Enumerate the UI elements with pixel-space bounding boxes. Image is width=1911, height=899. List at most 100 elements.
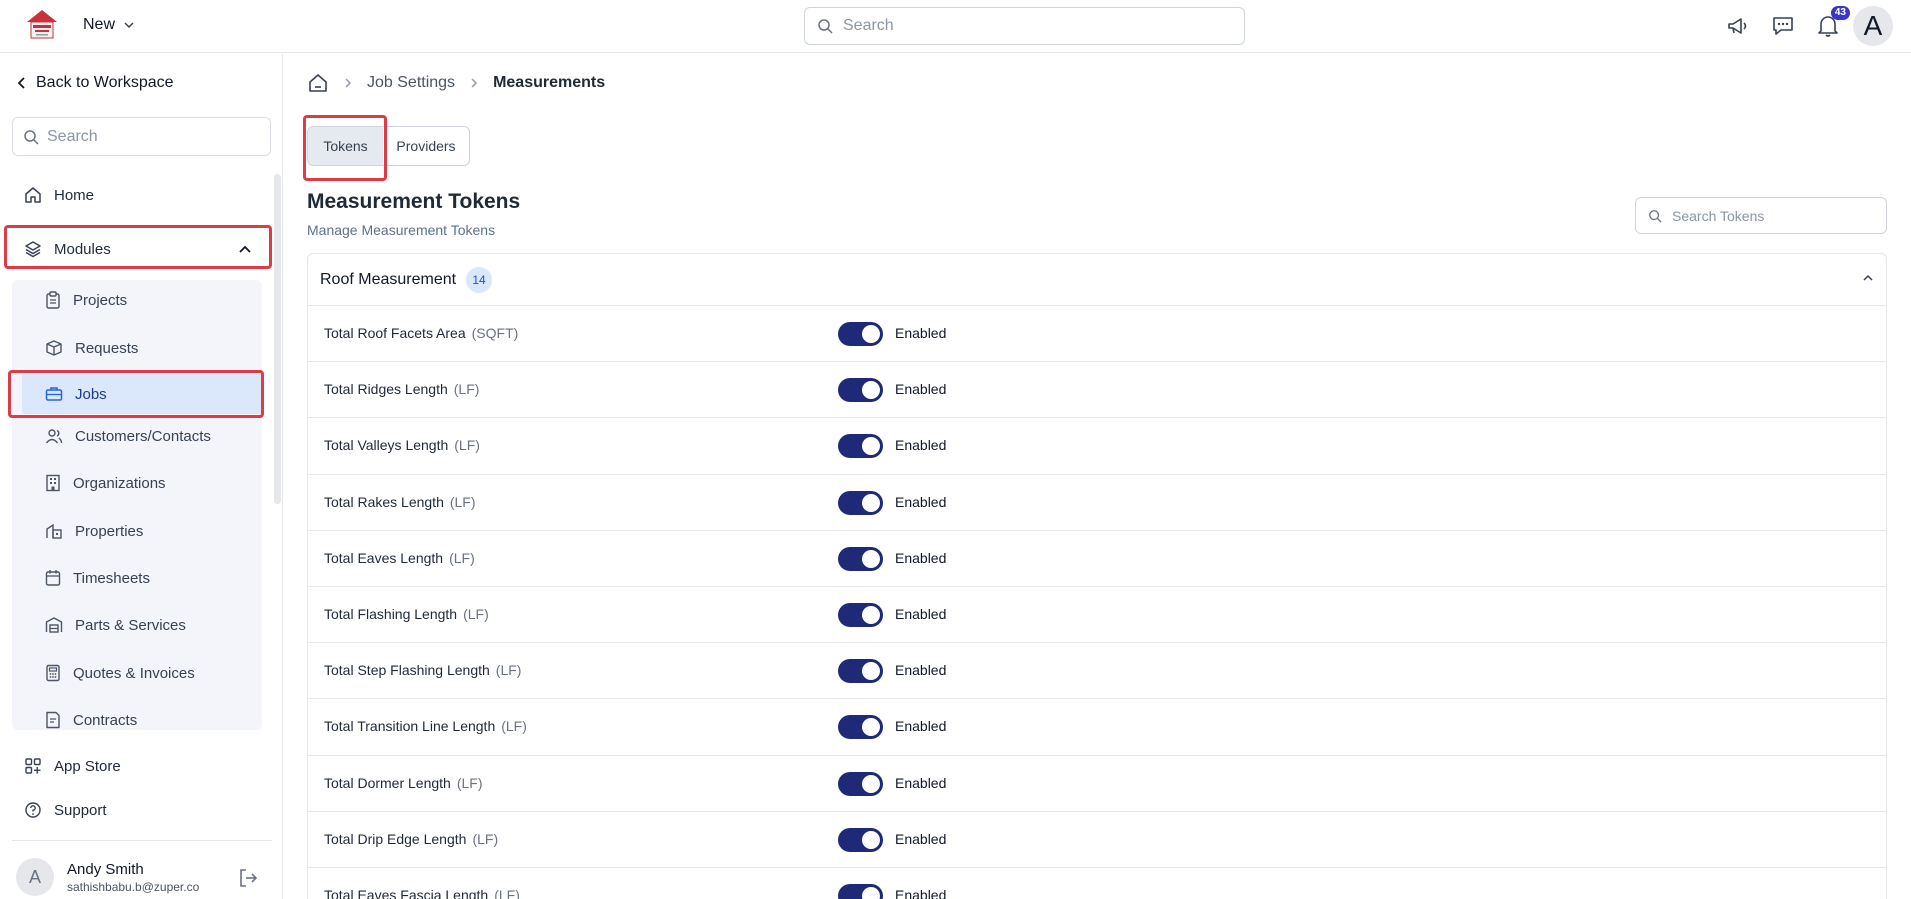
user-email: sathishbabu.b@zuper.co — [67, 880, 200, 894]
avatar[interactable]: A — [16, 858, 54, 896]
toggle-status-label: Enabled — [895, 662, 947, 679]
sidebar-item-label: Properties — [75, 522, 144, 540]
layers-icon — [25, 241, 41, 258]
megaphone-icon[interactable] — [1724, 12, 1752, 40]
toggle-knob — [862, 325, 880, 343]
sidebar-search[interactable] — [12, 117, 271, 156]
enable-toggle[interactable] — [838, 378, 883, 403]
home-icon[interactable] — [307, 72, 329, 94]
token-name: Total Dormer Length — [324, 774, 451, 791]
search-icon — [24, 129, 39, 145]
help-circle-icon — [25, 802, 41, 818]
sidebar-item-organizations[interactable]: Organizations — [12, 463, 262, 503]
sidebar-search-input[interactable] — [47, 127, 247, 146]
sidebar-item-support[interactable]: Support — [24, 801, 107, 819]
app-grid-icon — [25, 758, 41, 774]
global-search[interactable] — [804, 7, 1245, 45]
toggle-knob — [862, 886, 880, 899]
toggle-knob — [862, 830, 880, 849]
enable-toggle[interactable] — [838, 322, 883, 346]
enable-toggle[interactable] — [838, 546, 883, 571]
page-title: Measurement Tokens — [307, 190, 521, 213]
toggle-status-label: Enabled — [895, 437, 947, 454]
users-icon — [45, 429, 63, 444]
sidebar-item-home[interactable]: Home — [24, 186, 94, 204]
enable-toggle[interactable] — [838, 883, 883, 899]
token-label: Total Ridges Length (LF) — [324, 381, 479, 397]
toggle-knob — [862, 605, 880, 624]
token-label: Total Rakes Length (LF) — [324, 494, 476, 510]
token-label: Total Step Flashing Length (LF) — [324, 662, 521, 678]
notification-bell-icon[interactable]: 43 — [1814, 6, 1850, 40]
chevron-down-icon — [124, 22, 134, 29]
sidebar-item-contracts[interactable]: Contracts — [12, 700, 262, 730]
token-unit: (LF) — [472, 830, 499, 847]
chevron-right-icon — [471, 78, 478, 88]
home-icon — [25, 187, 41, 203]
tab-tokens[interactable]: Tokens — [308, 127, 383, 165]
logout-icon[interactable] — [237, 867, 259, 894]
sidebar-item-customers-contacts[interactable]: Customers/Contacts — [12, 416, 262, 456]
token-name: Total Rakes Length — [324, 493, 444, 510]
enable-toggle[interactable] — [838, 659, 883, 684]
table-row: Total Eaves Fascia Length (LF) Enabled — [308, 868, 1886, 899]
toggle-status-label: Enabled — [895, 605, 947, 622]
token-unit: (LF) — [494, 886, 520, 899]
company-logo[interactable] — [24, 8, 60, 42]
global-search-input[interactable] — [843, 17, 1223, 35]
clipboard-icon — [46, 291, 60, 309]
calendar-icon — [45, 570, 61, 586]
breadcrumb-job-settings[interactable]: Job Settings — [367, 74, 455, 92]
chevron-up-icon[interactable] — [1862, 272, 1874, 284]
toggle-status-label: Enabled — [895, 774, 947, 791]
chat-icon[interactable] — [1769, 12, 1797, 40]
token-name: Total Step Flashing Length — [324, 662, 490, 679]
sidebar-item-app-store[interactable]: App Store — [24, 757, 121, 775]
sidebar-scrollbar[interactable] — [274, 174, 281, 504]
roof-measurement-card: Roof Measurement 14 Total Roof Facets Ar… — [307, 253, 1887, 899]
new-button[interactable]: New — [83, 16, 135, 34]
table-row: Total Rakes Length (LF) Enabled — [308, 475, 1886, 531]
sidebar-item-modules[interactable]: Modules — [10, 230, 266, 268]
sidebar-item-timesheets[interactable]: Timesheets — [12, 558, 262, 598]
sidebar-item-requests[interactable]: Requests — [12, 328, 262, 368]
toggle-status-label: Enabled — [895, 886, 947, 899]
enable-toggle[interactable] — [838, 602, 883, 627]
enable-toggle[interactable] — [838, 490, 883, 515]
sidebar-item-label: Quotes & Invoices — [73, 664, 195, 682]
enable-toggle[interactable] — [838, 715, 883, 740]
table-row: Total Transition Line Length (LF) Enabled — [308, 699, 1886, 756]
sidebar-item-label: Jobs — [75, 385, 107, 403]
token-label: Total Valleys Length (LF) — [324, 437, 480, 453]
sidebar-item-label: Parts & Services — [75, 616, 186, 634]
enable-toggle[interactable] — [838, 827, 883, 852]
token-label: Total Eaves Length (LF) — [324, 550, 475, 566]
search-icon — [818, 19, 833, 34]
user-avatar-top[interactable]: A — [1853, 6, 1893, 46]
token-search[interactable] — [1635, 197, 1887, 234]
table-row: Total Step Flashing Length (LF) Enabled — [308, 643, 1886, 700]
sidebar-item-projects[interactable]: Projects — [12, 280, 262, 320]
token-search-input[interactable] — [1672, 207, 1872, 224]
toggle-knob — [862, 493, 880, 512]
calculator-icon — [46, 664, 60, 682]
token-name: Total Transition Line Length — [324, 718, 496, 735]
chevron-left-icon — [17, 77, 25, 89]
chevron-right-icon — [345, 78, 352, 88]
sidebar-item-jobs[interactable]: Jobs — [22, 374, 262, 414]
sidebar-item-properties[interactable]: Properties — [12, 511, 262, 551]
enable-toggle[interactable] — [838, 434, 883, 459]
table-row: Total Flashing Length (LF) Enabled — [308, 587, 1886, 644]
token-label: Total Drip Edge Length (LF) — [324, 831, 498, 847]
toggle-status-label: Enabled — [895, 830, 947, 847]
back-to-workspace-link[interactable]: Back to Workspace — [16, 74, 174, 92]
tab-providers[interactable]: Providers — [383, 127, 469, 165]
token-unit: (LF) — [495, 662, 522, 679]
sidebar-item-modules-label: Modules — [54, 240, 111, 258]
table-row: Total Valleys Length (LF) Enabled — [308, 418, 1886, 475]
sidebar-item-quotes-invoices[interactable]: Quotes & Invoices — [12, 653, 262, 693]
sidebar-item-parts-services[interactable]: Parts & Services — [12, 605, 262, 645]
card-header[interactable]: Roof Measurement 14 — [308, 254, 1886, 306]
back-to-workspace-label: Back to Workspace — [36, 74, 174, 91]
enable-toggle[interactable] — [838, 771, 883, 796]
